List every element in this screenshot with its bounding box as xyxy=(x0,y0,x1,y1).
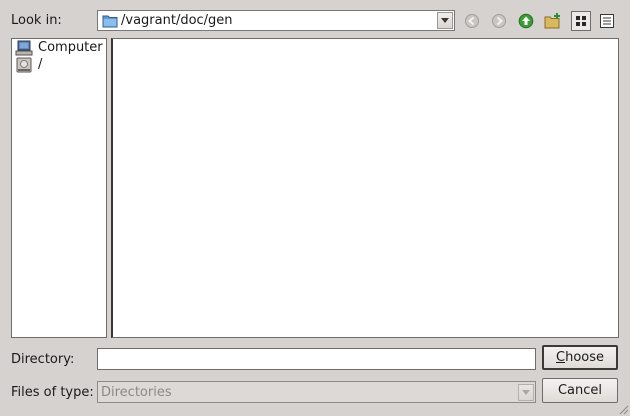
back-button[interactable] xyxy=(462,11,482,31)
folder-icon xyxy=(102,15,118,27)
forward-button[interactable] xyxy=(489,11,509,31)
forward-arrow-icon xyxy=(492,14,506,28)
sidebar-item-root[interactable]: / xyxy=(12,56,106,73)
files-of-type-combo[interactable]: Directories xyxy=(97,381,536,403)
cancel-button[interactable]: Cancel xyxy=(542,378,618,403)
up-button[interactable] xyxy=(516,11,536,31)
up-arrow-icon xyxy=(518,13,534,29)
list-view-icon xyxy=(576,16,586,26)
back-arrow-icon xyxy=(465,14,479,28)
file-list[interactable] xyxy=(111,38,619,338)
computer-icon xyxy=(15,40,33,55)
sidebar-item-label: / xyxy=(38,57,43,72)
files-of-type-label: Files of type: xyxy=(11,385,94,400)
choose-mnemonic: C xyxy=(556,350,566,365)
chevron-down-icon[interactable] xyxy=(518,383,534,401)
look-in-combo[interactable]: /vagrant/doc/gen xyxy=(97,10,455,31)
directory-input[interactable] xyxy=(97,348,536,370)
new-folder-icon xyxy=(544,13,560,29)
sidebar-item-label: Computer xyxy=(38,40,103,55)
list-view-button[interactable] xyxy=(571,11,591,31)
detail-view-icon xyxy=(600,14,614,28)
look-in-label: Look in: xyxy=(11,13,62,28)
look-in-path: /vagrant/doc/gen xyxy=(121,13,233,28)
resize-grip-icon[interactable] xyxy=(617,403,629,415)
chevron-down-icon[interactable] xyxy=(437,12,453,29)
detail-view-button[interactable] xyxy=(597,11,617,31)
choose-button[interactable]: Choose xyxy=(542,345,618,370)
sidebar-item-computer[interactable]: Computer xyxy=(12,39,106,56)
sidebar: Computer / xyxy=(11,38,107,338)
drive-icon xyxy=(16,57,32,72)
new-folder-button[interactable] xyxy=(543,11,563,31)
files-of-type-value: Directories xyxy=(101,384,172,400)
choose-label-rest: hoose xyxy=(565,350,604,365)
file-dialog: Look in: /vagrant/doc/gen Computer / Dir… xyxy=(0,0,630,416)
directory-label: Directory: xyxy=(11,352,75,367)
